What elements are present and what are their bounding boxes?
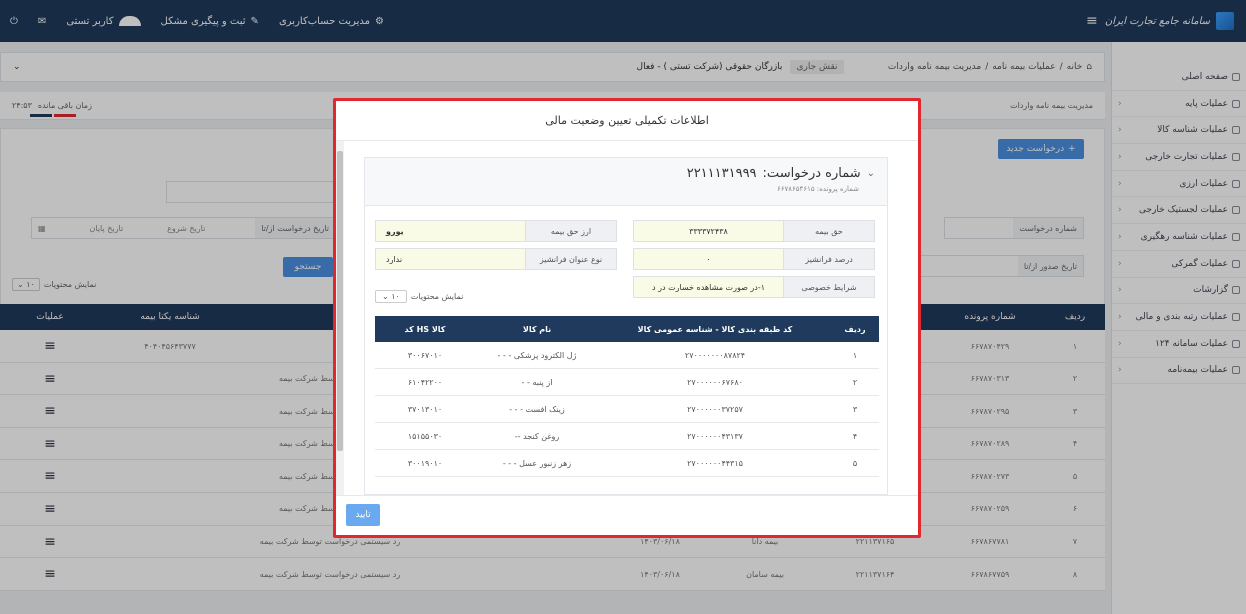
cell-goods-name: -- روغن کنجد	[514, 432, 560, 441]
modal-scrollbar-thumb[interactable]	[337, 151, 343, 451]
cell-classification: ۲۷۰۰۰۰۰۰۴۳۱۳۷	[687, 432, 743, 441]
franchise-percent-field: درصد فرانشیز ۰	[633, 248, 875, 270]
modal-page-size-select[interactable]: ۱۰ ⌄	[375, 290, 407, 303]
request-heading: ⌄ شماره درخواست: ۲۲۱۱۱۳۱۹۹۹	[377, 166, 875, 181]
header-classification: کد طبقه بندی کالا - شناسه عمومی کالا	[637, 324, 793, 334]
franchise-type-label: نوع عنوان فرانشیز	[525, 248, 617, 270]
cell-row: ۱	[852, 351, 858, 360]
premium-label: حق بیمه	[783, 220, 875, 242]
cell-classification: ۲۷۰۰۰۰۰۰۳۷۲۵۷	[687, 405, 743, 414]
modal-footer: تایید	[336, 495, 918, 535]
modal-scrollbar[interactable]	[336, 141, 344, 495]
table-row: ۱ ۲۷۰۰۰۰۰۰۰۸۷۸۲۴ - - - ژل الکترود پزشکی …	[375, 342, 879, 369]
modal-page-size-label: نمایش محتویات	[410, 292, 464, 301]
goods-table: ردیف کد طبقه بندی کالا - شناسه عمومی کال…	[375, 316, 879, 477]
franchise-percent-label: درصد فرانشیز	[783, 248, 875, 270]
file-number-line: شماره پرونده: ۶۶۷۸۶۵۴۶۱۵	[777, 185, 859, 193]
table-row: ۲ ۲۷۰۰۰۰۰۰۶۷۶۸۰ - - از پنبه ۶۱۰۴۲۲۰۰	[375, 369, 879, 396]
premium-currency-label: ارز حق بیمه	[525, 220, 617, 242]
cell-hs-code: ۱۵۱۵۵۰۳۰	[407, 432, 443, 441]
cell-classification: ۲۷۰۰۰۰۰۰۰۸۷۸۲۴	[684, 351, 746, 360]
modal-page-size-value: ۱۰	[391, 292, 400, 301]
table-row: ۳ ۲۷۰۰۰۰۰۰۳۷۲۵۷ - - - زینک افست ۳۷۰۱۳۰۱۰	[375, 396, 879, 423]
special-conditions-label: شرایط خصوصی	[783, 276, 875, 298]
chevron-down-icon[interactable]: ⌄	[867, 168, 875, 179]
confirm-button[interactable]: تایید	[346, 504, 380, 526]
cell-goods-name: - - - زهر زنبور عسل	[502, 459, 572, 468]
goods-table-pager[interactable]	[375, 488, 879, 495]
financial-status-modal: اطلاعات تکمیلی تعیین وضعیت مالی ⌄ شماره …	[333, 98, 921, 538]
cell-row: ۵	[852, 459, 858, 468]
cell-goods-name: - - - زینک افست	[509, 405, 565, 414]
franchise-type-value: ندارد	[375, 248, 525, 270]
cell-classification: ۲۷۰۰۰۰۰۰۴۴۳۱۵	[687, 459, 743, 468]
request-number: ۲۲۱۱۱۳۱۹۹۹	[686, 166, 757, 181]
header-row-number: ردیف	[844, 324, 866, 334]
confirm-label: تایید	[355, 510, 371, 520]
premium-field: حق بیمه ۳۳۳۳۷۲۴۳۸	[633, 220, 875, 242]
modal-body: ⌄ شماره درخواست: ۲۲۱۱۱۳۱۹۹۹ شماره پرونده…	[336, 141, 918, 495]
premium-value: ۳۳۳۳۷۲۴۳۸	[633, 220, 783, 242]
special-conditions-value: ۱-در صورت مشاهده خسارت در د	[633, 276, 783, 298]
modal-page-size: نمایش محتویات ۱۰ ⌄	[375, 290, 463, 303]
cell-row: ۳	[852, 405, 858, 414]
request-card-header[interactable]: ⌄ شماره درخواست: ۲۲۱۱۱۳۱۹۹۹ شماره پرونده…	[365, 158, 887, 206]
cell-hs-code: ۳۷۰۱۳۰۱۰	[407, 405, 443, 414]
cell-hs-code: ۳۰۰۶۷۰۱۰	[407, 351, 443, 360]
special-conditions-field: شرایط خصوصی ۱-در صورت مشاهده خسارت در د	[633, 276, 875, 298]
header-goods-name: نام کالا	[522, 324, 552, 334]
table-row: ۵ ۲۷۰۰۰۰۰۰۴۴۳۱۵ - - - زهر زنبور عسل ۳۰۰۱…	[375, 450, 879, 477]
goods-table-header: ردیف کد طبقه بندی کالا - شناسه عمومی کال…	[375, 316, 879, 342]
premium-currency-value: یورو	[375, 220, 525, 242]
franchise-percent-value: ۰	[633, 248, 783, 270]
table-row: ۴ ۲۷۰۰۰۰۰۰۴۳۱۳۷ -- روغن کنجد ۱۵۱۵۵۰۳۰	[375, 423, 879, 450]
cell-hs-code: ۳۰۰۱۹۰۱۰	[407, 459, 443, 468]
header-hs-code: کد HS کالا	[404, 324, 446, 334]
premium-currency-field: ارز حق بیمه یورو	[375, 220, 617, 242]
cell-goods-name: - - - ژل الکترود پزشکی	[497, 351, 577, 360]
cell-row: ۴	[852, 432, 858, 441]
modal-title: اطلاعات تکمیلی تعیین وضعیت مالی	[336, 101, 918, 141]
request-details-card: ⌄ شماره درخواست: ۲۲۱۱۱۳۱۹۹۹ شماره پرونده…	[364, 157, 888, 495]
cell-classification: ۲۷۰۰۰۰۰۰۶۷۶۸۰	[687, 378, 743, 387]
franchise-type-field: نوع عنوان فرانشیز ندارد	[375, 248, 617, 270]
request-label: شماره درخواست:	[762, 166, 861, 181]
cell-goods-name: - - از پنبه	[521, 378, 553, 387]
cell-row: ۲	[852, 378, 858, 387]
cell-hs-code: ۶۱۰۴۲۲۰۰	[407, 378, 443, 387]
